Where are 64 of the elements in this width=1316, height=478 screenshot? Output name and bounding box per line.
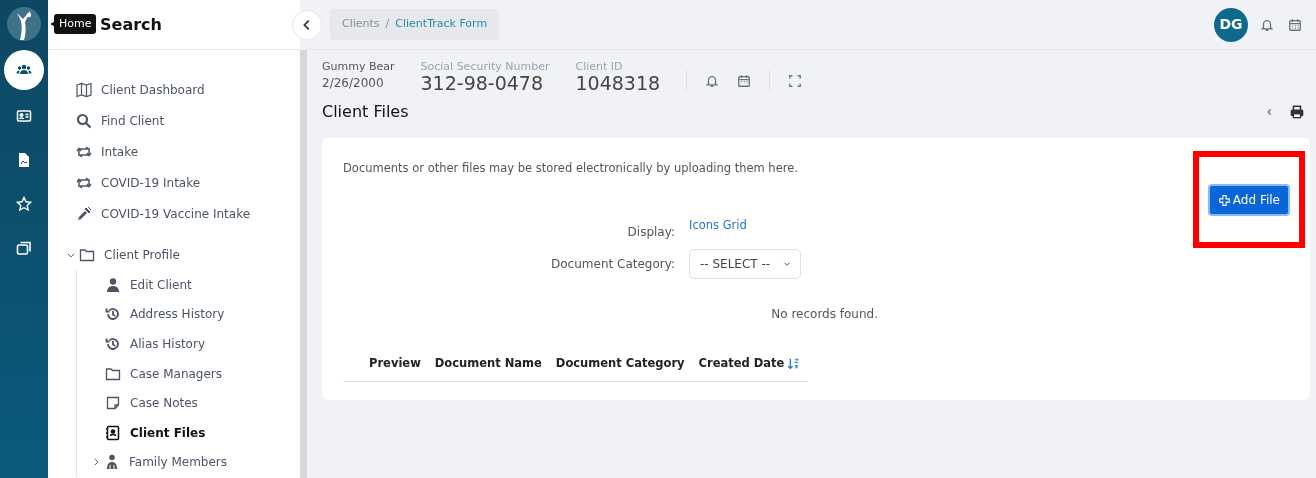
bell-icon[interactable] — [705, 74, 720, 88]
tree-item[interactable]: Edit Client — [105, 270, 192, 300]
folder-icon — [79, 246, 95, 263]
add-file-button[interactable]: Add File — [1207, 184, 1290, 217]
client-birth-date: 2/26/2000 — [322, 75, 385, 93]
search-icon — [76, 112, 92, 129]
logo-icon[interactable] — [6, 6, 42, 42]
field-value: 1048318 — [575, 73, 661, 95]
calendar-icon[interactable] — [1288, 17, 1302, 32]
nav-item[interactable]: Find Client — [76, 105, 165, 136]
empty-message: No records found. — [770, 306, 878, 324]
tooltip: Home — [54, 14, 97, 35]
nav-item[interactable]: COVID-19 Vaccine Intake — [76, 198, 251, 229]
nav-item[interactable]: Client Dashboard — [76, 74, 205, 105]
tree-item[interactable]: Alias History — [105, 329, 205, 359]
tree-item[interactable]: Family Members — [104, 447, 228, 478]
column-header[interactable]: Preview — [369, 355, 421, 373]
nav-item[interactable]: COVID-19 Intake — [76, 167, 201, 198]
intro-text: Documents or other files may be stored electronically by uploading them here. — [343, 160, 799, 178]
chevron-right-icon[interactable] — [91, 457, 101, 468]
field-label: Client ID — [575, 60, 624, 74]
family-icon — [104, 454, 120, 471]
syringe-icon — [76, 205, 92, 222]
tree-item[interactable]: Address History — [105, 299, 225, 330]
sidebar-title: Search — [100, 13, 162, 36]
sort-icon[interactable] — [786, 356, 801, 371]
person-icon — [105, 276, 121, 293]
column-header[interactable]: Document Name — [434, 355, 542, 373]
calendar-icon[interactable] — [737, 74, 752, 88]
print-icon[interactable] — [1290, 105, 1304, 120]
column-header[interactable]: Created Date — [698, 355, 801, 373]
breadcrumb-separator: / — [385, 16, 390, 33]
windows-icon — [16, 240, 32, 256]
note-icon — [105, 395, 121, 412]
client-name: Gummy Bear — [322, 60, 395, 75]
page-title: Client Files — [322, 101, 409, 124]
contact-card-icon — [105, 424, 121, 441]
field-label: Display: — [626, 224, 675, 242]
map-icon — [76, 81, 92, 98]
field-label: Document Category: — [550, 256, 675, 274]
plus-icon — [1217, 193, 1231, 207]
tree-item[interactable]: Client Profile — [79, 239, 180, 270]
id-card-icon — [16, 108, 32, 124]
field-label: Social Security Number — [420, 60, 550, 74]
history-icon — [105, 336, 121, 352]
history-icon — [105, 306, 121, 323]
column-header[interactable]: Document Category — [555, 355, 685, 373]
display-mode-link[interactable]: Icons Grid — [689, 216, 747, 234]
fullscreen-icon[interactable] — [788, 74, 803, 88]
category-select[interactable]: -- SELECT -- — [689, 249, 802, 280]
scrollbar[interactable] — [300, 50, 307, 478]
tree-item[interactable]: Client Files — [105, 417, 206, 448]
tree-item[interactable]: Case Managers — [105, 358, 223, 389]
tree-item[interactable]: Case Notes — [105, 388, 198, 418]
rail-button[interactable] — [4, 50, 44, 90]
repeat-icon — [76, 174, 92, 191]
folder-icon — [105, 365, 121, 382]
user-avatar[interactable]: DG — [1214, 7, 1248, 42]
repeat-icon — [76, 143, 92, 160]
star-icon — [16, 196, 32, 212]
document-icon — [16, 152, 32, 168]
nav-item[interactable]: Intake — [76, 136, 139, 167]
bell-icon[interactable] — [1260, 17, 1274, 32]
field-value: 312-98-0478 — [420, 73, 545, 95]
